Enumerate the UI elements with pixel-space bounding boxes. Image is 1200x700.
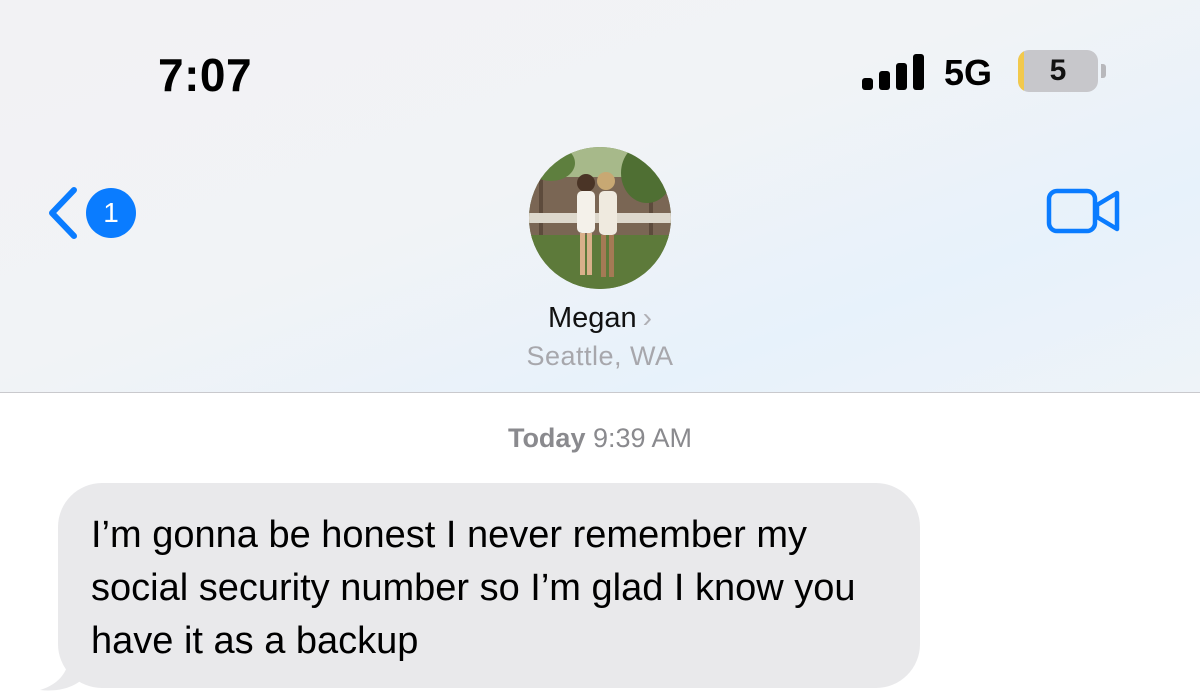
cellular-signal-icon xyxy=(862,54,926,90)
video-camera-icon[interactable] xyxy=(1046,186,1122,236)
chevron-right-icon: › xyxy=(642,302,652,333)
timestamp-day: Today xyxy=(507,423,586,453)
battery-icon: 5 xyxy=(1018,50,1098,92)
chevron-left-icon[interactable] xyxy=(44,184,84,242)
status-time: 7:07 xyxy=(158,49,253,101)
incoming-message-bubble[interactable]: I’m gonna be honest I never remember my … xyxy=(58,483,920,688)
conversation-header: 7:07 5G 5 1 Megan › Seattle, WA xyxy=(0,0,1200,393)
network-type: 5G xyxy=(944,52,993,93)
avatar-photo xyxy=(529,147,671,289)
contact-avatar[interactable] xyxy=(529,147,671,289)
unread-count-badge[interactable]: 1 xyxy=(86,188,136,238)
contact-name[interactable]: Megan › xyxy=(450,302,750,335)
battery-cap xyxy=(1101,64,1106,78)
timestamp-time: 9:39 AM xyxy=(592,423,693,453)
message-text: I’m gonna be honest I never remember my … xyxy=(91,514,856,662)
contact-location: Seattle, WA xyxy=(526,341,674,371)
contact-name-label: Megan xyxy=(548,302,637,334)
message-timestamp: Today 9:39 AM xyxy=(0,423,1200,454)
battery-level: 5 xyxy=(1049,54,1067,87)
